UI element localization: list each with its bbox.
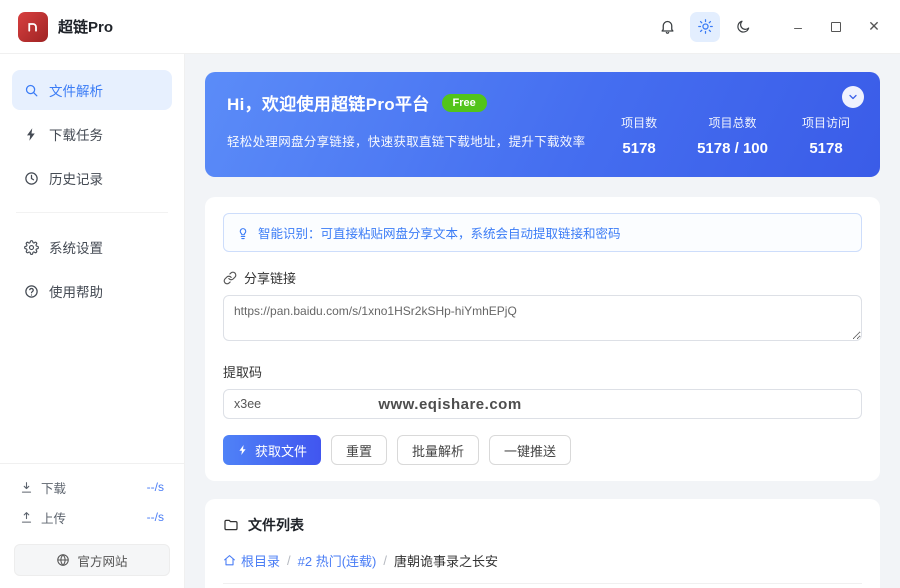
- file-list-title: 文件列表: [248, 517, 304, 533]
- file-list-card: 文件列表 根目录 / #2 热门(连载) / 唐朝诡事录之长安 文件名 大小 操…: [205, 499, 880, 588]
- help-circle-icon: [25, 284, 38, 298]
- sidebar: 文件解析 下载任务 历史记录 系统设置 使用帮助 下载 --/s 上传 --/s…: [0, 54, 185, 588]
- download-speed-row: 下载 --/s: [20, 472, 164, 502]
- file-list-header: 文件列表: [223, 515, 862, 535]
- tip-body: 可直接粘贴网盘分享文本，系统会自动提取链接和密码: [320, 227, 621, 241]
- official-website-label: 官方网站: [77, 554, 128, 569]
- speed-section: 下载 --/s 上传 --/s: [0, 463, 184, 534]
- sidebar-item-label: 文件解析: [49, 84, 103, 99]
- official-website-button[interactable]: 官方网站: [14, 544, 170, 576]
- one-click-push-button[interactable]: 一键推送: [489, 435, 572, 465]
- sidebar-item-label: 使用帮助: [49, 285, 103, 300]
- breadcrumb-current: 唐朝诡事录之长安: [394, 554, 499, 569]
- sidebar-item-label: 历史记录: [49, 172, 103, 187]
- gear-icon: [24, 239, 39, 255]
- close-button[interactable]: ✕: [866, 18, 882, 35]
- upload-speed-value: --/s: [146, 510, 164, 524]
- breadcrumb-separator: /: [383, 553, 387, 568]
- sidebar-item-settings[interactable]: 系统设置: [12, 227, 172, 267]
- batch-parse-button[interactable]: 批量解析: [397, 435, 480, 465]
- table-divider: [223, 583, 862, 584]
- minimize-button[interactable]: –: [790, 19, 806, 35]
- folder-icon: [224, 519, 238, 531]
- fetch-files-button[interactable]: 获取文件: [223, 435, 322, 465]
- bell-icon[interactable]: [652, 12, 682, 42]
- sun-icon[interactable]: [690, 11, 720, 42]
- moon-icon[interactable]: [728, 12, 758, 42]
- breadcrumb-root[interactable]: 根目录: [223, 551, 280, 570]
- search-icon: [25, 84, 38, 96]
- share-link-input[interactable]: https://pan.baidu.com/s/1xno1HSr2kSHp-hi…: [223, 295, 862, 341]
- parser-card: 智能识别：可直接粘贴网盘分享文本，系统会自动提取链接和密码 分享链接 https…: [205, 197, 880, 481]
- breadcrumb-separator: /: [287, 553, 291, 568]
- app-title: 超链Pro: [58, 19, 114, 36]
- banner-left: Hi，欢迎使用超链Pro平台 Free 轻松处理网盘分享链接，快速获取直链下载地…: [227, 90, 585, 159]
- code-label-row: 提取码: [223, 362, 862, 381]
- home-icon: [224, 555, 235, 566]
- lightning-icon: [27, 127, 35, 141]
- history-clock-icon: [25, 171, 38, 185]
- reset-button[interactable]: 重置: [331, 435, 388, 465]
- banner-title: Hi，欢迎使用超链Pro平台: [227, 95, 430, 114]
- upload-speed-label: 上传: [41, 511, 67, 526]
- window-controls: – ✕: [790, 18, 882, 35]
- upload-arrow-icon: [21, 511, 32, 523]
- smart-detect-tip: 智能识别：可直接粘贴网盘分享文本，系统会自动提取链接和密码: [223, 213, 862, 252]
- sidebar-item-label: 系统设置: [49, 241, 103, 256]
- upload-speed-row: 上传 --/s: [20, 502, 164, 532]
- sidebar-item-download-tasks[interactable]: 下载任务: [12, 114, 172, 154]
- welcome-banner: Hi，欢迎使用超链Pro平台 Free 轻松处理网盘分享链接，快速获取直链下载地…: [205, 72, 880, 177]
- sidebar-item-help[interactable]: 使用帮助: [12, 271, 172, 311]
- app-logo-icon: [18, 11, 48, 42]
- breadcrumb-folder[interactable]: #2 热门(连载): [298, 551, 377, 570]
- stat-project-total: 项目总数 5178 / 100: [697, 116, 768, 157]
- sidebar-item-history[interactable]: 历史记录: [12, 158, 172, 198]
- globe-icon: [57, 553, 70, 567]
- free-badge: Free: [441, 93, 487, 112]
- download-arrow-icon: [21, 481, 32, 493]
- banner-stats: 项目数 5178 项目总数 5178 / 100 项目访问 5178: [613, 114, 858, 157]
- sidebar-item-file-parse[interactable]: 文件解析: [12, 70, 172, 110]
- download-speed-label: 下载: [41, 481, 67, 496]
- sidebar-divider: [16, 212, 168, 213]
- main-content: Hi，欢迎使用超链Pro平台 Free 轻松处理网盘分享链接，快速获取直链下载地…: [185, 54, 900, 588]
- parser-actions: 获取文件 重置 批量解析 一键推送: [223, 435, 862, 465]
- maximize-button[interactable]: [828, 19, 844, 35]
- sidebar-item-label: 下载任务: [49, 128, 103, 143]
- bulb-icon: [239, 227, 247, 239]
- chevron-down-icon: [849, 94, 857, 100]
- stat-project-count: 项目数 5178: [621, 116, 658, 157]
- link-icon: [223, 271, 237, 284]
- flash-icon: [239, 445, 246, 455]
- extract-code-input[interactable]: [223, 389, 862, 419]
- download-speed-value: --/s: [146, 480, 164, 494]
- banner-collapse-button[interactable]: [842, 86, 864, 108]
- banner-subtitle: 轻松处理网盘分享链接，快速获取直链下载地址，提升下载效率: [227, 135, 586, 149]
- breadcrumb: 根目录 / #2 热门(连载) / 唐朝诡事录之长安: [223, 551, 862, 570]
- share-link-label-row: 分享链接: [223, 268, 862, 287]
- code-label: 提取码: [223, 365, 263, 380]
- watermark-text: www.eqishare.com: [378, 396, 522, 413]
- titlebar: 超链Pro – ✕: [0, 0, 900, 54]
- tip-title: 智能识别：: [258, 227, 321, 241]
- stat-project-visits: 项目访问 5178: [801, 116, 850, 157]
- share-link-label: 分享链接: [244, 271, 297, 286]
